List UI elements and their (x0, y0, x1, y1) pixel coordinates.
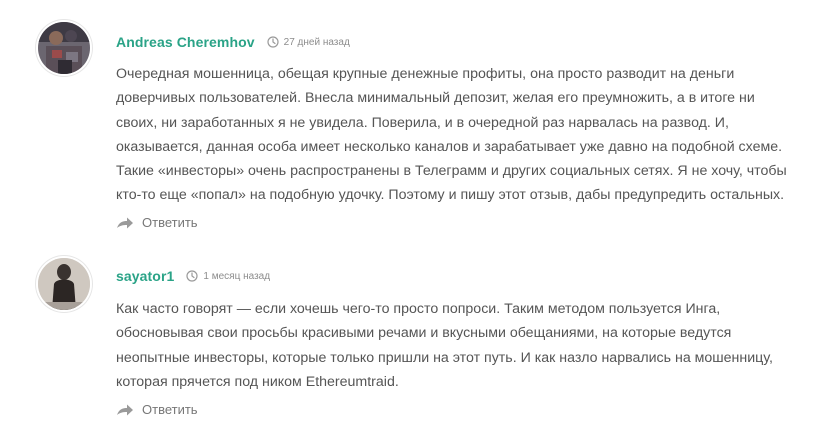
avatar[interactable] (38, 258, 90, 310)
reply-label: Ответить (142, 402, 198, 417)
user-photo-icon (38, 258, 90, 310)
comment-line: которая прячется под ником Ethereumtraid… (116, 373, 399, 390)
comment-text: Как часто говорят — если хочешь чего-то … (116, 297, 796, 394)
comment: sayator1 1 месяц назад Как часто говорят… (0, 0, 828, 425)
comment-line: Как часто говорят — если хочешь чего-то … (116, 301, 721, 317)
comment-line: неопытные инвесторы, которые только приш… (116, 349, 773, 366)
reply-button[interactable]: Ответить (116, 402, 198, 417)
comment-line: обосновывая свои просьбы красивыми речам… (116, 325, 732, 342)
author-name[interactable]: sayator1 (116, 268, 174, 284)
comment-meta: sayator1 1 месяц назад (116, 268, 270, 284)
reply-arrow-icon (117, 404, 133, 415)
timestamp: 1 месяц назад (186, 270, 270, 282)
clock-icon (186, 270, 199, 282)
timestamp-text: 1 месяц назад (203, 270, 271, 282)
